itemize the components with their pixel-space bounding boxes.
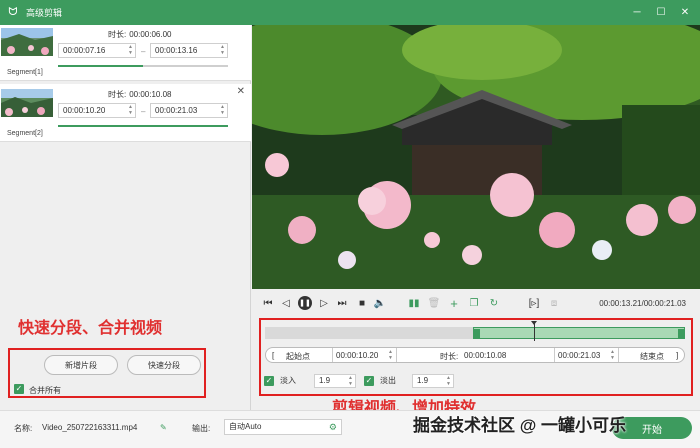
video-frame	[252, 25, 700, 289]
fade-out-checkbox[interactable]: ✓	[364, 376, 374, 386]
quick-split-button[interactable]: 快速分段	[127, 355, 201, 375]
close-icon[interactable]: ✕	[678, 5, 692, 19]
remove-segment-icon[interactable]: ✕	[237, 86, 245, 97]
segment-range-bar	[58, 125, 228, 127]
segment-end-input[interactable]: 00:00:13.16 ▲ ▼	[150, 43, 228, 58]
time-readout: 00:00:13.21/00:00:21.03	[599, 299, 686, 308]
spin-icon[interactable]: ▲ ▼	[128, 104, 133, 116]
step-back-icon[interactable]: ◁	[280, 297, 292, 309]
end-point-button[interactable]: 结束点	[640, 351, 664, 362]
playback-controls: ⏮ ◁ ❚❚ ▷ ⏭ ■ 🔈 ▮▮ 🗑 + ❐ ↻ [▹] ⧈ 00:00:13…	[252, 289, 700, 317]
range-row: [ 起始点 00:00:10.20 ▲ ▼ 时长: 00:00:10.08 00:…	[265, 347, 685, 363]
fade-in-label: 淡入	[280, 376, 296, 385]
delete-icon[interactable]: 🗑	[428, 297, 441, 309]
spin-icon[interactable]: ▲ ▼	[446, 375, 451, 387]
range-dash: –	[141, 47, 146, 56]
fade-in-checkbox[interactable]: ✓	[264, 376, 274, 386]
bracket-close-icon: ]	[676, 351, 679, 360]
watermark: 掘金技术社区 @ 一罐小可乐	[413, 416, 627, 435]
trim-start-handle[interactable]	[474, 329, 480, 339]
refresh-icon[interactable]: ↻	[488, 297, 500, 309]
window-title: 高级剪辑	[26, 8, 63, 18]
start-point-button[interactable]: 起始点	[286, 351, 310, 362]
output-select[interactable]: 自动Auto ⚙	[224, 419, 342, 435]
timeline-selection[interactable]	[473, 327, 685, 339]
trim-end-handle[interactable]	[678, 329, 684, 339]
segment-thumbnail	[1, 28, 53, 56]
stop-icon[interactable]: ■	[356, 297, 368, 309]
segment-thumbnail	[1, 89, 53, 117]
segment-label: Segment[2]	[7, 130, 43, 137]
skip-start-icon[interactable]: ⏮	[262, 297, 274, 309]
fade-out-label: 淡出	[380, 376, 396, 385]
segment-end-input[interactable]: 00:00:21.03 ▲ ▼	[150, 103, 228, 118]
bracket-open-icon: [	[272, 351, 275, 360]
fade-out-input[interactable]: 1.9 ▲ ▼	[412, 374, 454, 388]
divider	[554, 348, 555, 362]
segment-start-input[interactable]: 00:00:10.20 ▲ ▼	[58, 103, 136, 118]
spin-icon[interactable]: ▲ ▼	[388, 349, 393, 361]
divider	[396, 348, 397, 362]
merge-all-checkbox[interactable]: ✓	[14, 384, 24, 394]
app-logo-icon: ᗢ	[8, 6, 18, 18]
volume-icon[interactable]: 🔈	[374, 297, 386, 309]
spin-icon[interactable]: ▲ ▼	[128, 44, 133, 56]
title-bar: ᗢ 高级剪辑 ─ ☐ ✕	[0, 0, 700, 25]
segment-item[interactable]: Segment[2] 时长: 00:00:10.08 00:00:10.20 ▲ ▼…	[0, 84, 251, 142]
segment-range-bar	[58, 65, 228, 67]
start-time-input[interactable]: 00:00:10.20	[336, 351, 378, 360]
output-label: 输出:	[192, 424, 211, 433]
spin-icon[interactable]: ▲ ▼	[220, 44, 225, 56]
edit-name-icon[interactable]: ✎	[160, 423, 167, 432]
playhead[interactable]	[531, 321, 537, 341]
divider	[618, 348, 619, 362]
pause-icon[interactable]: ❚❚	[298, 296, 312, 310]
spin-icon[interactable]: ▲ ▼	[348, 375, 353, 387]
duration-label: 时长:	[440, 352, 459, 361]
fade-in-input[interactable]: 1.9 ▲ ▼	[314, 374, 356, 388]
settings-gear-icon[interactable]: ⚙	[329, 420, 337, 434]
annotation-left: 快速分段、合并视频	[18, 320, 163, 337]
split-icon[interactable]: ▮▮	[408, 297, 420, 309]
add-segment-button[interactable]: 新增片段	[44, 355, 118, 375]
maximize-icon[interactable]: ☐	[654, 5, 668, 19]
end-time-input[interactable]: 00:00:21.03	[558, 351, 600, 360]
merge-all-label: 合并所有	[29, 386, 61, 395]
copy-icon[interactable]: ❐	[468, 297, 480, 309]
add-icon[interactable]: +	[448, 296, 460, 311]
step-forward-icon[interactable]: ▷	[318, 297, 330, 309]
segment-range-fill	[58, 125, 228, 127]
segment-item[interactable]: Segment[1] 时长: 00:00:06.00 00:00:07.16 ▲ ▼…	[0, 25, 251, 81]
divider	[332, 348, 333, 362]
edit-area: [ 起始点 00:00:10.20 ▲ ▼ 时长: 00:00:10.08 00:…	[252, 317, 700, 417]
video-preview[interactable]	[252, 25, 700, 289]
segment-start-input[interactable]: 00:00:07.16 ▲ ▼	[58, 43, 136, 58]
name-label: 名称:	[14, 424, 33, 433]
segment-range-fill	[58, 65, 143, 67]
mark-in-icon[interactable]: [▹]	[526, 297, 542, 309]
segment-duration: 时长: 00:00:10.08	[108, 90, 172, 99]
segment-panel: Segment[1] 时长: 00:00:06.00 00:00:07.16 ▲ ▼…	[0, 25, 251, 410]
skip-end-icon[interactable]: ⏭	[336, 297, 348, 309]
segment-label: Segment[1]	[7, 69, 43, 76]
spin-icon[interactable]: ▲ ▼	[220, 104, 225, 116]
spin-icon[interactable]: ▲ ▼	[610, 349, 615, 361]
duration-value: 00:00:10.08	[464, 351, 507, 360]
segment-duration: 时长: 00:00:06.00	[108, 30, 172, 39]
range-dash: –	[141, 107, 146, 116]
timeline-track[interactable]	[265, 327, 685, 339]
mark-out-icon[interactable]: ⧈	[548, 297, 560, 309]
file-name: Video_250722163311.mp4	[42, 423, 138, 432]
minimize-icon[interactable]: ─	[630, 5, 644, 19]
